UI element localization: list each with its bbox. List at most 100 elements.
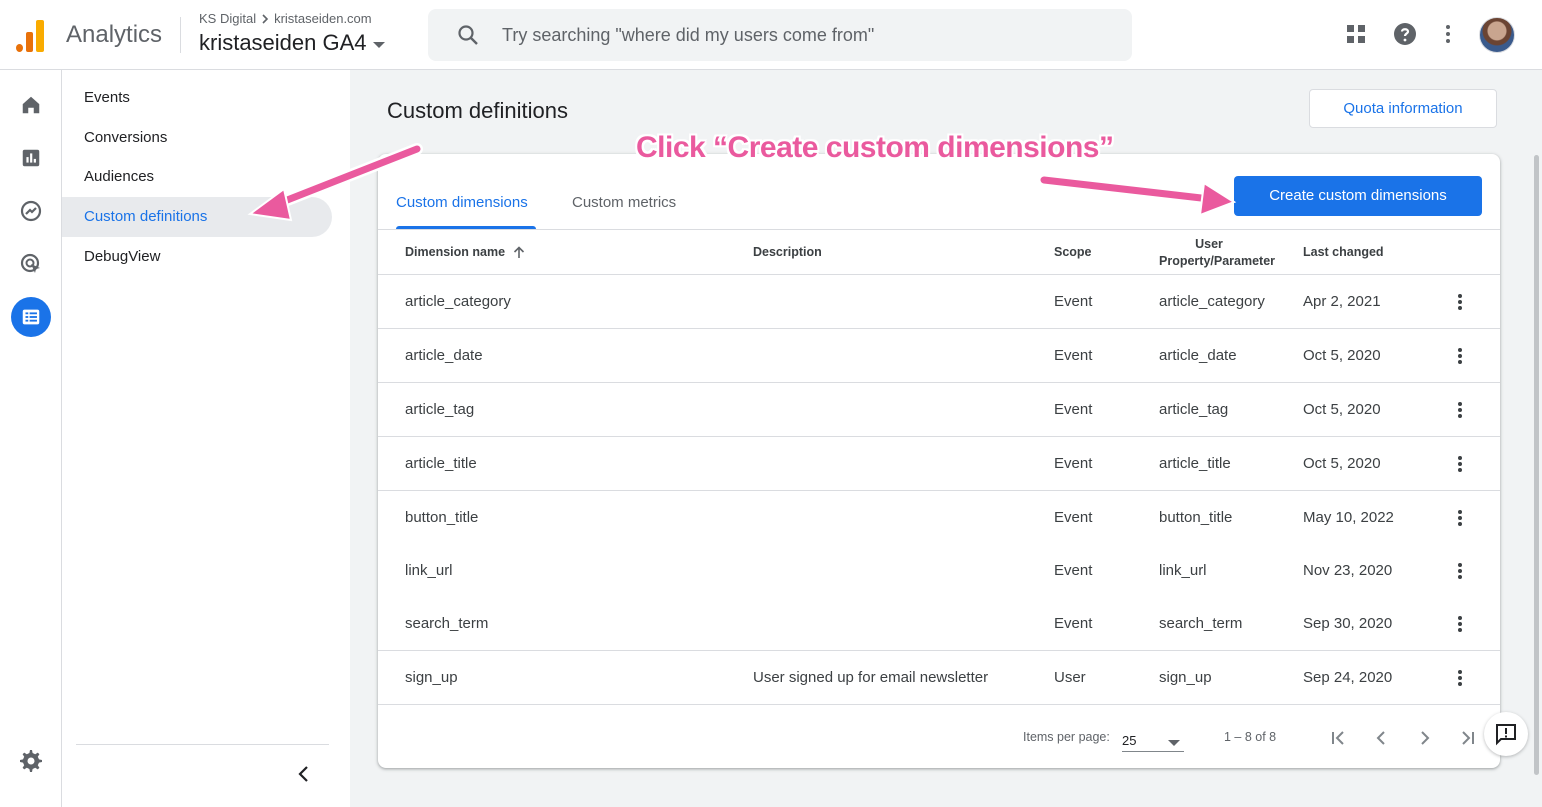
column-label: Dimension name <box>405 245 506 259</box>
items-per-page-label: Items per page: <box>1023 730 1110 744</box>
annotation-callout: Click “Create custom dimensions” <box>636 131 1114 164</box>
feedback-icon <box>1496 724 1516 746</box>
quota-information-button[interactable]: Quota information <box>1309 89 1497 128</box>
subnav-divider <box>76 744 329 745</box>
table-row[interactable]: article_date Event article_date Oct 5, 2020 <box>378 329 1500 383</box>
cell-scope: Event <box>1054 455 1093 472</box>
table-row[interactable]: button_title Event button_title May 10, 202… <box>378 491 1500 545</box>
cell-dimension-name: article_category <box>405 293 511 310</box>
more-vert-icon[interactable] <box>1436 22 1460 46</box>
cell-last-changed: Sep 24, 2020 <box>1303 669 1393 686</box>
caret-down-icon <box>372 42 385 48</box>
column-header-dimension-name[interactable]: Dimension name <box>405 245 525 259</box>
row-more-vert-icon[interactable] <box>1452 346 1468 366</box>
configure-icon[interactable] <box>11 297 51 337</box>
nav-item-debugview[interactable]: DebugView <box>62 237 332 277</box>
cell-parameter: button_title <box>1159 509 1233 526</box>
column-header-scope: Scope <box>1054 245 1092 259</box>
cell-parameter: article_category <box>1159 293 1265 310</box>
row-more-vert-icon[interactable] <box>1452 508 1468 528</box>
account-name: KS Digital <box>199 11 257 26</box>
property-selector[interactable]: kristaseiden GA4 <box>199 30 385 56</box>
table-row[interactable]: search_term Event search_term Sep 30, 2020 <box>378 597 1500 651</box>
nav-item-events[interactable]: Events <box>62 78 332 118</box>
cell-last-changed: Oct 5, 2020 <box>1303 455 1381 472</box>
items-per-page-value: 25 <box>1122 733 1137 748</box>
cell-scope: Event <box>1054 615 1093 632</box>
cell-dimension-name: button_title <box>405 509 479 526</box>
chevron-right-icon <box>262 13 269 24</box>
nav-item-audiences[interactable]: Audiences <box>62 157 332 197</box>
cell-dimension-name: sign_up <box>405 669 458 686</box>
column-header-user-property-parameter: User Property/Parameter <box>1159 236 1275 270</box>
search-bar[interactable] <box>428 9 1132 61</box>
cell-scope: Event <box>1054 509 1093 526</box>
home-icon[interactable] <box>14 88 48 122</box>
collapse-chevron-left-icon[interactable] <box>292 762 316 786</box>
cell-parameter: article_title <box>1159 455 1231 472</box>
table-row[interactable]: link_url Event link_url Nov 23, 2020 <box>378 544 1500 598</box>
account-breadcrumb[interactable]: KS Digital kristaseiden.com <box>199 11 372 26</box>
cell-last-changed: Nov 23, 2020 <box>1303 562 1393 579</box>
nav-item-conversions[interactable]: Conversions <box>62 118 332 158</box>
page-title: Custom definitions <box>387 98 568 123</box>
previous-page-icon[interactable] <box>1369 726 1393 750</box>
tab-custom-metrics[interactable]: Custom metrics <box>572 194 676 211</box>
reports-icon[interactable] <box>14 141 48 175</box>
analytics-logo-icon[interactable] <box>16 18 46 52</box>
table-row[interactable]: article_tag Event article_tag Oct 5, 2020 <box>378 383 1500 437</box>
cell-parameter: article_date <box>1159 347 1237 364</box>
header-divider <box>180 17 181 53</box>
settings-gear-icon[interactable] <box>14 744 48 778</box>
advertising-icon[interactable] <box>14 247 48 281</box>
avatar[interactable] <box>1479 17 1515 53</box>
cell-parameter: search_term <box>1159 615 1243 632</box>
scrollbar-thumb[interactable] <box>1534 155 1539 775</box>
last-page-icon[interactable] <box>1456 726 1480 750</box>
sort-arrow-up-icon[interactable] <box>513 245 525 259</box>
cell-parameter: sign_up <box>1159 669 1212 686</box>
cell-dimension-name: link_url <box>405 562 453 579</box>
feedback-button[interactable] <box>1484 712 1528 756</box>
cell-scope: Event <box>1054 562 1093 579</box>
help-icon[interactable] <box>1393 22 1417 46</box>
tab-custom-dimensions[interactable]: Custom dimensions <box>396 194 528 211</box>
cell-dimension-name: article_date <box>405 347 483 364</box>
cell-last-changed: Sep 30, 2020 <box>1303 615 1393 632</box>
explore-icon[interactable] <box>14 194 48 228</box>
cell-scope: Event <box>1054 401 1093 418</box>
row-more-vert-icon[interactable] <box>1452 668 1468 688</box>
table-row[interactable]: article_title Event article_title Oct 5, 20… <box>378 437 1500 491</box>
next-page-icon[interactable] <box>1413 726 1437 750</box>
app-name: Analytics <box>66 21 163 48</box>
cell-last-changed: Apr 2, 2021 <box>1303 293 1381 310</box>
create-custom-dimensions-button[interactable]: Create custom dimensions <box>1234 176 1482 216</box>
cell-dimension-name: search_term <box>405 615 489 632</box>
caret-down-icon <box>1168 740 1180 746</box>
configure-subnav: Events Conversions Audiences Custom defi… <box>62 70 350 807</box>
row-more-vert-icon[interactable] <box>1452 614 1468 634</box>
left-rail <box>0 70 62 807</box>
cell-parameter: article_tag <box>1159 401 1229 418</box>
cell-scope: User <box>1054 669 1086 686</box>
cell-description: User signed up for email newsletter <box>753 669 989 686</box>
items-per-page-select[interactable]: 25 <box>1122 728 1184 752</box>
apps-grid-icon[interactable] <box>1344 22 1368 46</box>
property-name: kristaseiden GA4 <box>199 30 367 55</box>
column-label-line1: User <box>1195 237 1223 251</box>
cell-last-changed: Oct 5, 2020 <box>1303 401 1381 418</box>
table-row[interactable]: article_category Event article_category Apr… <box>378 275 1500 329</box>
table-header: Dimension name Description Scope User Pr… <box>378 230 1500 275</box>
row-more-vert-icon[interactable] <box>1452 454 1468 474</box>
row-more-vert-icon[interactable] <box>1452 400 1468 420</box>
custom-definitions-card: Custom dimensions Custom metrics Create … <box>378 154 1500 768</box>
row-more-vert-icon[interactable] <box>1452 561 1468 581</box>
cell-scope: Event <box>1054 347 1093 364</box>
site-name: kristaseiden.com <box>274 11 372 26</box>
nav-item-custom-definitions[interactable]: Custom definitions <box>62 197 332 237</box>
search-input[interactable] <box>502 24 1102 46</box>
top-bar: Analytics KS Digital kristaseiden.com kr… <box>0 0 1542 70</box>
table-row[interactable]: sign_up User signed up for email newslett… <box>378 651 1500 705</box>
row-more-vert-icon[interactable] <box>1452 292 1468 312</box>
first-page-icon[interactable] <box>1326 726 1350 750</box>
